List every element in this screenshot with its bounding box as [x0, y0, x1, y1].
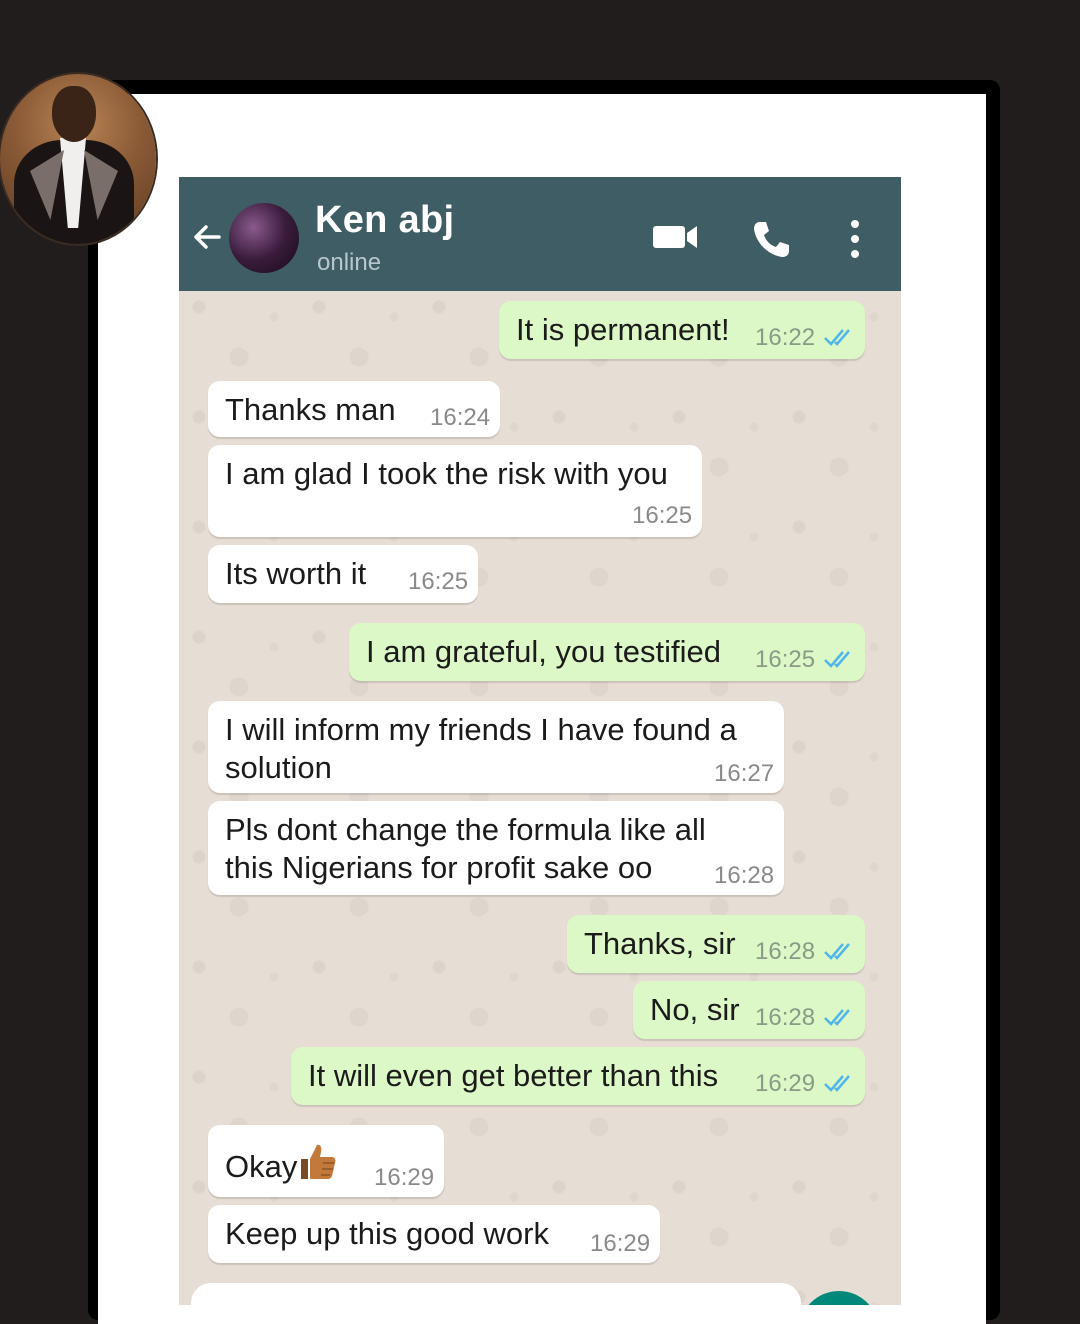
- message-text: Thanks man: [225, 392, 396, 427]
- read-receipt-icon: [824, 329, 850, 346]
- contact-name[interactable]: Ken abj: [315, 199, 454, 242]
- message-outgoing[interactable]: It is permanent! 16:22: [499, 301, 865, 359]
- message-input[interactable]: [191, 1283, 801, 1305]
- message-time: 16:28: [755, 1004, 816, 1031]
- message-time: 16:25: [755, 646, 816, 673]
- message-text: Thanks, sir: [584, 926, 736, 961]
- message-text-wrap: Okay: [225, 1141, 337, 1186]
- read-receipt-icon: [824, 1075, 850, 1092]
- message-text: I am glad I took the risk with you: [225, 456, 668, 491]
- message-text: I am grateful, you testified: [366, 634, 721, 669]
- message-incoming[interactable]: I will inform my friends I have found a …: [208, 701, 784, 793]
- message-text: Okay: [225, 1149, 298, 1184]
- read-receipt-icon: [824, 651, 850, 668]
- message-outgoing[interactable]: I am grateful, you testified 16:25: [349, 623, 865, 681]
- message-time: 16:29: [374, 1164, 435, 1191]
- message-outgoing[interactable]: Thanks, sir 16:28: [567, 915, 865, 973]
- message-text: It will even get better than this: [308, 1058, 719, 1093]
- contact-avatar[interactable]: [229, 203, 299, 273]
- message-time: 16:27: [714, 760, 775, 787]
- message-text: Pls dont change the formula like all thi…: [225, 812, 706, 885]
- message-incoming[interactable]: Thanks man 16:24: [208, 381, 500, 437]
- back-arrow-icon[interactable]: [189, 219, 225, 255]
- message-text: No, sir: [650, 992, 740, 1027]
- read-receipt-icon: [824, 943, 850, 960]
- message-time: 16:22: [755, 324, 816, 351]
- message-text: I will inform my friends I have found a …: [225, 712, 737, 785]
- message-outgoing[interactable]: No, sir 16:28: [633, 981, 865, 1039]
- phone-call-icon[interactable]: [751, 219, 791, 259]
- more-vert-icon[interactable]: [843, 217, 867, 261]
- video-call-icon[interactable]: [651, 221, 699, 253]
- message-text: It is permanent!: [516, 312, 730, 347]
- poster-profile-photo: [0, 74, 156, 244]
- message-time: 16:28: [714, 862, 775, 889]
- contact-status: online: [317, 249, 382, 276]
- message-incoming[interactable]: Pls dont change the formula like all thi…: [208, 801, 784, 895]
- message-outgoing[interactable]: It will even get better than this 16:29: [291, 1047, 865, 1105]
- message-incoming[interactable]: Okay 16:29: [208, 1125, 444, 1197]
- message-time: 16:25: [632, 502, 693, 529]
- message-incoming[interactable]: Its worth it 16:25: [208, 545, 478, 603]
- chat-header: Ken abj online: [179, 177, 901, 291]
- thumbs-up-icon: [301, 1144, 336, 1179]
- whatsapp-chat-screen: Ken abj online It is permanent! 16:22 Th…: [179, 177, 901, 1305]
- message-time: 16:29: [590, 1230, 651, 1257]
- message-time: 16:25: [408, 568, 469, 595]
- message-incoming[interactable]: Keep up this good work 16:29: [208, 1205, 660, 1263]
- message-text: Keep up this good work: [225, 1216, 549, 1251]
- message-text: Its worth it: [225, 556, 367, 591]
- message-time: 16:29: [755, 1070, 816, 1097]
- message-incoming[interactable]: I am glad I took the risk with you 16:25: [208, 445, 702, 537]
- read-receipt-icon: [824, 1009, 850, 1026]
- message-time: 16:24: [430, 404, 491, 431]
- message-time: 16:28: [755, 938, 816, 965]
